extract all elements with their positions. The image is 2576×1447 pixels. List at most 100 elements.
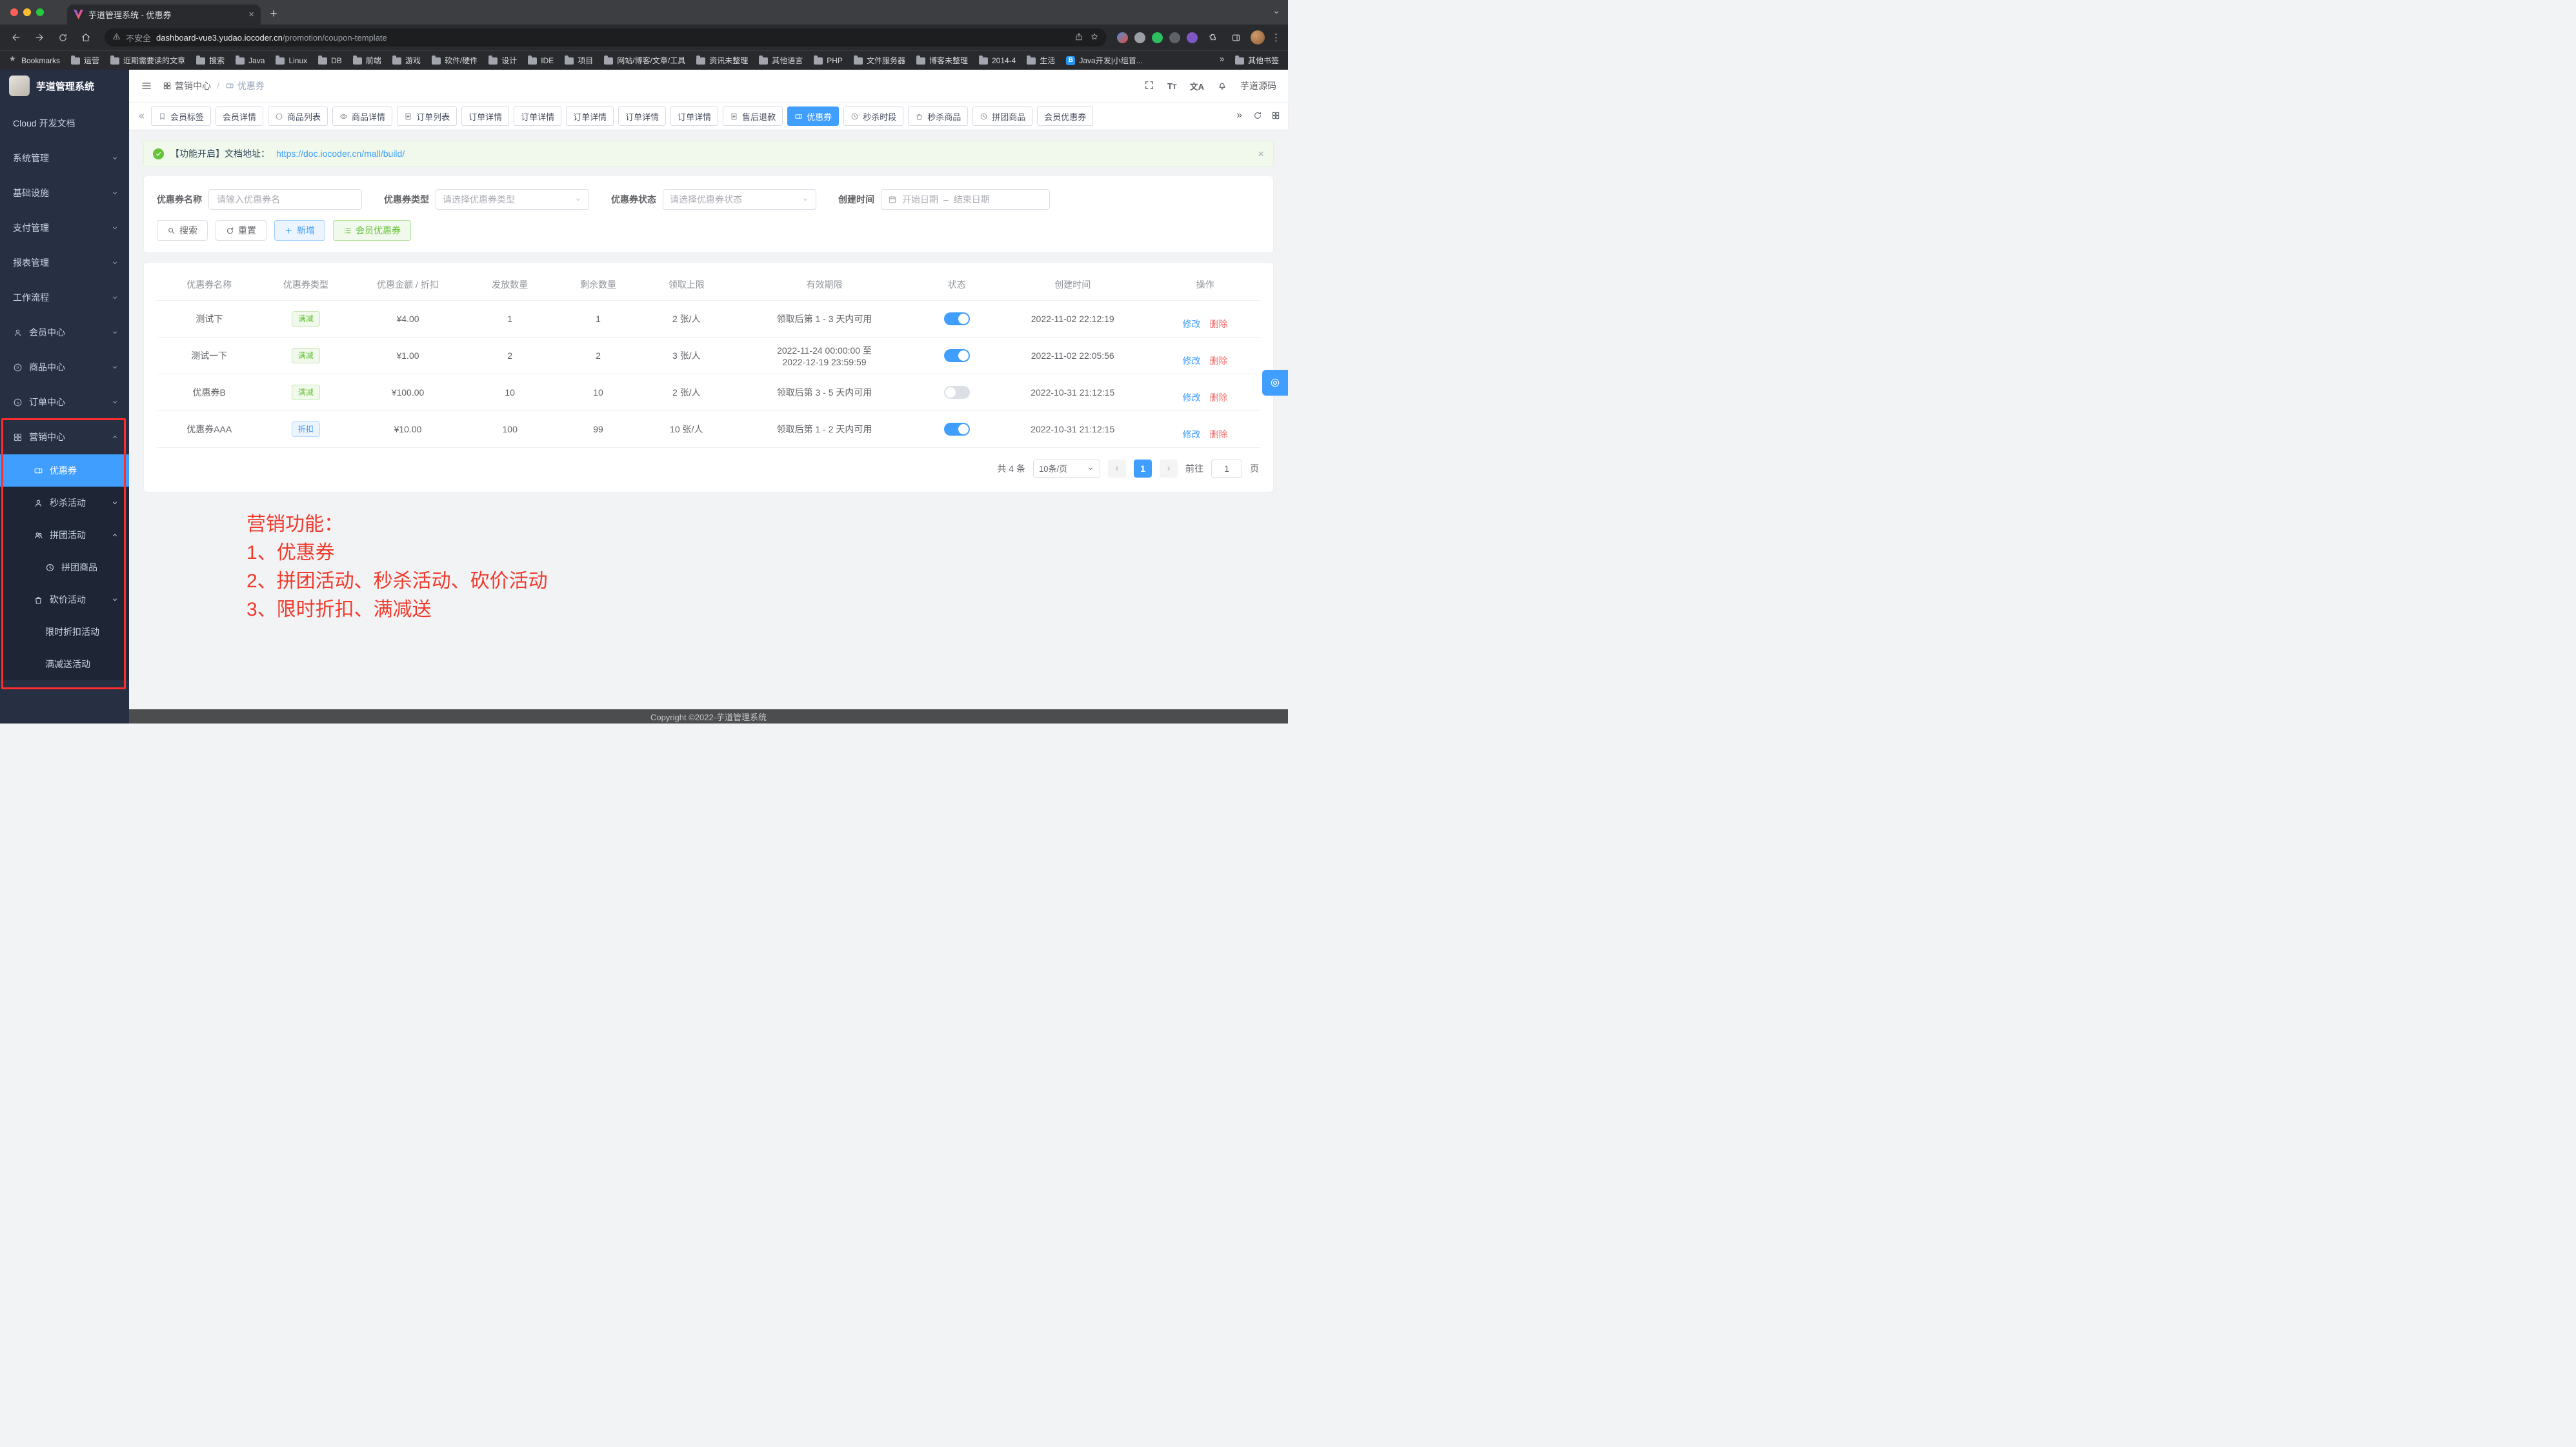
bookmark-item[interactable]: IDE	[528, 56, 554, 65]
bookmark-item[interactable]: Bookmarks	[9, 56, 60, 65]
settings-gear-button[interactable]	[1262, 370, 1288, 396]
bookmark-item[interactable]: 搜索	[196, 55, 225, 66]
bookmarks-overflow-icon[interactable]	[1218, 56, 1226, 65]
prev-page-button[interactable]	[1108, 460, 1126, 478]
delete-link[interactable]: 删除	[1209, 429, 1227, 440]
bookmark-item[interactable]: 设计	[488, 55, 517, 66]
tags-scroll-left-icon[interactable]	[137, 112, 146, 121]
address-bar[interactable]: 不安全 dashboard-vue3.yudao.iocoder.cn/prom…	[105, 28, 1107, 46]
tag-chip[interactable]: 优惠券	[787, 106, 839, 126]
sidebar-item-order[interactable]: 订单中心	[0, 385, 129, 420]
tag-chip[interactable]: 订单详情	[670, 106, 718, 126]
font-size-icon[interactable]: TT	[1167, 81, 1177, 91]
reload-button[interactable]	[54, 29, 71, 46]
user-name[interactable]: 芋道源码	[1240, 79, 1276, 92]
other-bookmarks[interactable]: 其他书签	[1235, 55, 1279, 66]
bookmark-item[interactable]: 项目	[565, 55, 593, 66]
tag-chip[interactable]: 拼团商品	[972, 106, 1032, 126]
sidebar-item-reward[interactable]: 满减送活动	[0, 648, 129, 680]
bookmark-item[interactable]: 文件服务器	[854, 55, 905, 66]
status-toggle[interactable]	[944, 349, 970, 362]
tags-layout-icon[interactable]	[1271, 111, 1280, 122]
tag-chip[interactable]: 订单详情	[461, 106, 509, 126]
extension-icon[interactable]	[1187, 32, 1198, 43]
reset-button[interactable]: 重置	[216, 220, 267, 241]
bell-icon[interactable]	[1217, 80, 1227, 92]
new-tab-button[interactable]: +	[265, 5, 283, 23]
close-window-button[interactable]	[10, 8, 18, 16]
bookmark-item[interactable]: 网站/博客/文章/工具	[604, 55, 685, 66]
status-toggle[interactable]	[944, 423, 970, 436]
delete-link[interactable]: 删除	[1209, 319, 1227, 329]
page-size-select[interactable]: 10条/页	[1033, 460, 1100, 478]
bookmark-item[interactable]: 资讯未整理	[696, 55, 748, 66]
tag-chip[interactable]: 会员优惠券	[1037, 106, 1093, 126]
bookmark-item[interactable]: 游戏	[392, 55, 421, 66]
bookmark-item[interactable]: 前端	[353, 55, 381, 66]
extension-icon[interactable]	[1169, 32, 1180, 43]
sidebar-item-combination[interactable]: 拼团活动	[0, 519, 129, 551]
breadcrumb-promotion[interactable]: 营销中心	[163, 79, 211, 92]
tag-chip[interactable]: 秒杀时段	[843, 106, 903, 126]
bookmark-item[interactable]: 生活	[1027, 55, 1055, 66]
alert-doc-link[interactable]: https://doc.iocoder.cn/mall/build/	[276, 148, 405, 159]
extension-icon[interactable]	[1117, 32, 1128, 43]
sidebar-item-bargain[interactable]: 砍价活动	[0, 583, 129, 616]
sidebar-item-discount[interactable]: 限时折扣活动	[0, 616, 129, 648]
edit-link[interactable]: 修改	[1182, 356, 1200, 366]
tag-chip[interactable]: 商品详情	[332, 106, 392, 126]
tab-search-icon[interactable]	[1273, 8, 1280, 18]
bookmark-item[interactable]: DB	[318, 56, 342, 65]
goto-page-input[interactable]	[1211, 460, 1242, 478]
sidebar-item-system[interactable]: 系统管理	[0, 141, 129, 176]
sidebar-item-pay[interactable]: 支付管理	[0, 210, 129, 245]
delete-link[interactable]: 删除	[1209, 356, 1227, 366]
bookmark-item[interactable]: Linux	[276, 56, 307, 65]
tags-scroll-right-icon[interactable]	[1235, 111, 1244, 122]
bookmark-item[interactable]: 近期需要读的文章	[110, 55, 185, 66]
next-page-button[interactable]	[1160, 460, 1178, 478]
sidebar-item-combination-product[interactable]: 拼团商品	[0, 551, 129, 583]
tag-chip[interactable]: 秒杀商品	[908, 106, 968, 126]
bookmark-item[interactable]: 运营	[71, 55, 99, 66]
minimize-window-button[interactable]	[23, 8, 31, 16]
bookmark-item[interactable]: Java开发|小组首...	[1066, 55, 1142, 66]
browser-menu-icon[interactable]: ⋮	[1271, 33, 1280, 43]
extensions-puzzle-icon[interactable]	[1204, 29, 1221, 46]
edit-link[interactable]: 修改	[1182, 429, 1200, 440]
sidebar-item-report[interactable]: 报表管理	[0, 245, 129, 280]
tab-close-icon[interactable]: ×	[248, 10, 254, 19]
tag-chip[interactable]: 商品列表	[268, 106, 328, 126]
current-page-button[interactable]: 1	[1134, 460, 1152, 478]
bookmark-item[interactable]: 博客未整理	[916, 55, 968, 66]
extension-icon[interactable]	[1134, 32, 1145, 43]
sidebar-item-promotion[interactable]: 营销中心	[0, 420, 129, 454]
bookmark-star-icon[interactable]	[1090, 32, 1099, 43]
sidebar-item-coupon[interactable]: 优惠券	[0, 454, 129, 487]
side-panel-icon[interactable]	[1227, 29, 1244, 46]
edit-link[interactable]: 修改	[1182, 392, 1200, 403]
status-toggle[interactable]	[944, 312, 970, 325]
add-button[interactable]: 新增	[274, 220, 325, 241]
share-icon[interactable]	[1074, 32, 1083, 43]
tag-chip[interactable]: 订单列表	[397, 106, 457, 126]
sidebar-item-product[interactable]: 商品中心	[0, 350, 129, 385]
browser-tab[interactable]: 芋道管理系统 - 优惠券 ×	[67, 5, 261, 25]
forward-button[interactable]	[31, 29, 48, 46]
edit-link[interactable]: 修改	[1182, 319, 1200, 329]
tag-chip[interactable]: 订单详情	[566, 106, 614, 126]
locale-icon[interactable]: 文A	[1190, 80, 1204, 92]
delete-link[interactable]: 删除	[1209, 392, 1227, 403]
coupon-type-select[interactable]: 请选择优惠券类型	[436, 189, 589, 210]
bookmark-item[interactable]: Java	[236, 56, 265, 65]
tag-chip[interactable]: 售后退款	[723, 106, 783, 126]
status-toggle[interactable]	[944, 386, 970, 399]
tag-chip[interactable]: 订单详情	[618, 106, 666, 126]
bookmark-item[interactable]: 其他语言	[759, 55, 803, 66]
sidebar-item-workflow[interactable]: 工作流程	[0, 280, 129, 315]
bookmark-item[interactable]: 2014-4	[979, 56, 1016, 65]
sidebar-item-seckill[interactable]: 秒杀活动	[0, 487, 129, 519]
tag-chip[interactable]: 会员详情	[216, 106, 263, 126]
maximize-window-button[interactable]	[36, 8, 44, 16]
search-button[interactable]: 搜索	[157, 220, 208, 241]
